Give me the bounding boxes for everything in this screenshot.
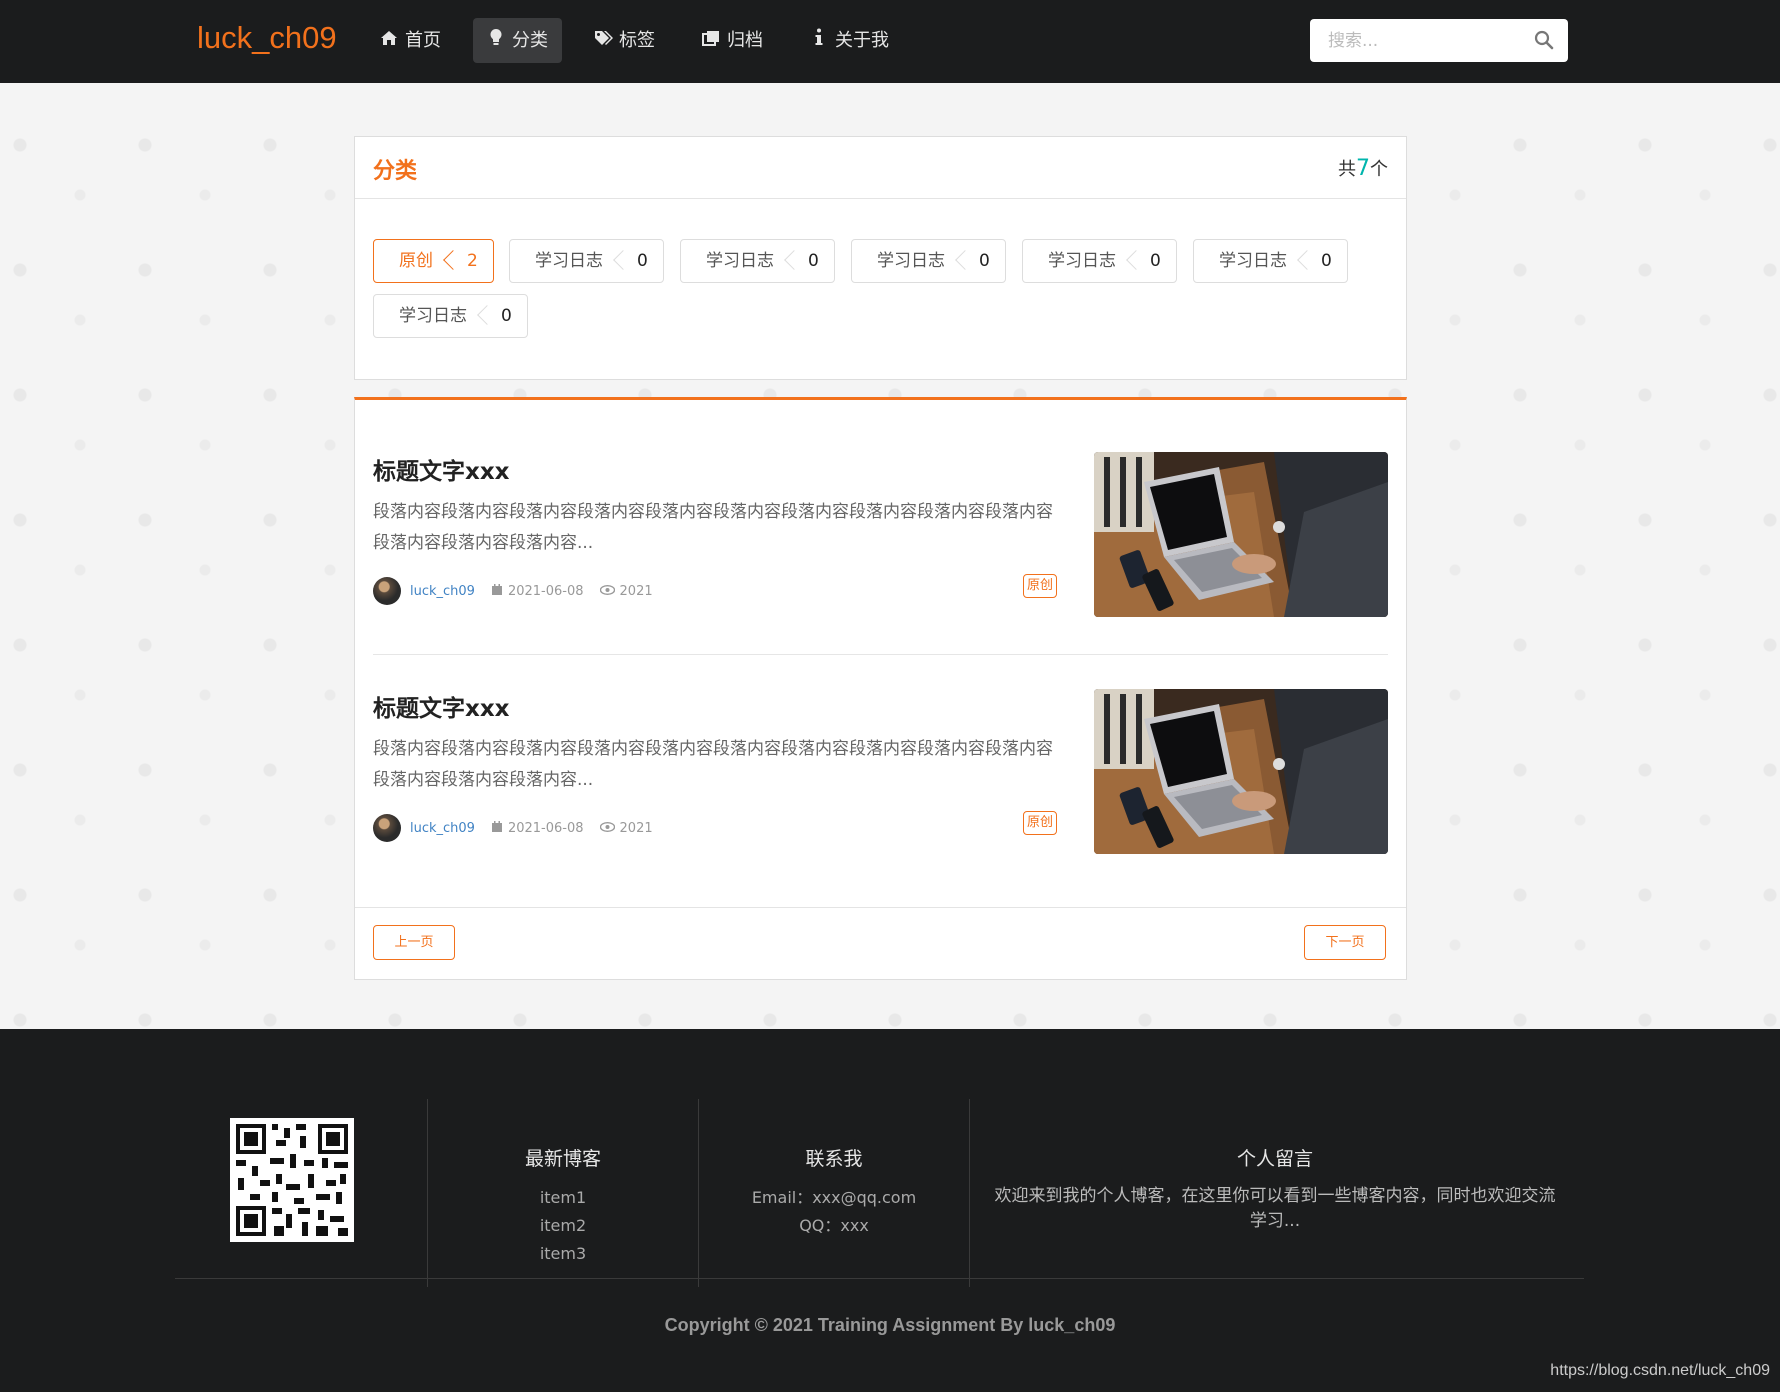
avatar bbox=[373, 577, 401, 605]
pagination: 上一页 下一页 bbox=[355, 907, 1406, 980]
post-divider bbox=[373, 654, 1388, 655]
post-category-tag[interactable]: 原创 bbox=[1023, 811, 1058, 835]
post-excerpt: 段落内容段落内容段落内容段落内容段落内容段落内容段落内容段落内容段落内容段落内容… bbox=[373, 502, 1053, 553]
category-tag-count: 0 bbox=[1136, 240, 1176, 282]
categories-card: 分类 共7个 原创 2 学习日志 0 学习日志 0 学习日志 0 学习日志 0 … bbox=[354, 136, 1407, 380]
post-list-card: 标题文字xxx 段落内容段落内容段落内容段落内容段落内容段落内容段落内容段落内容… bbox=[354, 397, 1407, 980]
category-tag-count: 0 bbox=[965, 240, 1005, 282]
nav-item-label: 关于我 bbox=[835, 30, 889, 51]
home-icon bbox=[380, 18, 398, 63]
nav-item-archive[interactable]: 归档 bbox=[688, 18, 777, 63]
footer-latest-title: 最新博客 bbox=[524, 1148, 601, 1170]
post-excerpt: 段落内容段落内容段落内容段落内容段落内容段落内容段落内容段落内容段落内容段落内容… bbox=[373, 739, 1053, 790]
top-navbar: luck_ch09 首页 分类 标签 归档 关于我 bbox=[0, 0, 1780, 83]
category-tag[interactable]: 学习日志 0 bbox=[509, 239, 664, 283]
footer-contact-email: Email：xxx@qq.com bbox=[751, 1188, 917, 1207]
category-tag-original[interactable]: 原创 2 bbox=[373, 239, 494, 283]
post-date: 2021-06-08 bbox=[491, 820, 584, 836]
nav-item-tags[interactable]: 标签 bbox=[580, 18, 669, 63]
category-tag-label: 学习日志 bbox=[1219, 251, 1287, 271]
categories-title: 分类 bbox=[373, 159, 418, 184]
post-author[interactable]: luck_ch09 bbox=[410, 584, 475, 599]
footer-message: 个人留言 欢迎来到我的个人博客，在这里你可以看到一些博客内容，同时也欢迎交流学习… bbox=[969, 1099, 1580, 1287]
brand-logo[interactable]: luck_ch09 bbox=[197, 20, 337, 56]
clone-icon bbox=[702, 18, 720, 63]
category-tag-count: 2 bbox=[453, 240, 493, 282]
calendar-icon bbox=[491, 583, 503, 599]
next-page-button[interactable]: 下一页 bbox=[1304, 925, 1386, 960]
categories-count: 共7个 bbox=[1338, 156, 1388, 181]
footer-message-text: 欢迎来到我的个人博客，在这里你可以看到一些博客内容，同时也欢迎交流学习... bbox=[994, 1186, 1556, 1231]
post-date: 2021-06-08 bbox=[491, 583, 584, 599]
post-thumbnail[interactable] bbox=[1094, 689, 1388, 854]
nav-item-label: 标签 bbox=[619, 30, 655, 51]
post-author[interactable]: luck_ch09 bbox=[410, 821, 475, 836]
nav-item-home[interactable]: 首页 bbox=[366, 18, 455, 63]
categories-count-number: 7 bbox=[1356, 156, 1370, 181]
category-tag-label: 学习日志 bbox=[706, 251, 774, 271]
search-input[interactable] bbox=[1310, 19, 1538, 62]
eye-icon bbox=[599, 821, 615, 835]
nav-item-about[interactable]: 关于我 bbox=[796, 18, 903, 63]
post-thumbnail[interactable] bbox=[1094, 452, 1388, 617]
nav-item-label: 分类 bbox=[512, 30, 548, 51]
post-meta: luck_ch09 2021-06-08 2021 bbox=[373, 577, 669, 605]
info-icon bbox=[810, 18, 828, 63]
category-tag[interactable]: 学习日志 0 bbox=[680, 239, 835, 283]
prev-page-button[interactable]: 上一页 bbox=[373, 925, 455, 960]
nav-item-label: 归档 bbox=[727, 30, 763, 51]
nav-item-label: 首页 bbox=[405, 30, 441, 51]
eye-icon bbox=[599, 584, 615, 598]
tags-icon bbox=[594, 18, 613, 63]
lightbulb-icon bbox=[487, 18, 505, 63]
search-icon[interactable] bbox=[1534, 30, 1554, 50]
search-box bbox=[1310, 19, 1568, 62]
category-tag-label: 原创 bbox=[399, 251, 433, 271]
post-views: 2021 bbox=[599, 821, 653, 836]
footer-contact-qq: QQ：xxx bbox=[799, 1216, 869, 1235]
nav-item-categories[interactable]: 分类 bbox=[473, 18, 562, 63]
footer-divider bbox=[175, 1278, 1584, 1279]
category-tag-count: 0 bbox=[794, 240, 834, 282]
post-meta: luck_ch09 2021-06-08 2021 bbox=[373, 814, 669, 842]
category-tag[interactable]: 学习日志 0 bbox=[1193, 239, 1348, 283]
category-tag[interactable]: 学习日志 0 bbox=[373, 294, 528, 338]
categories-header: 分类 共7个 bbox=[355, 137, 1406, 199]
category-tag-label: 学习日志 bbox=[399, 306, 467, 326]
category-tag-label: 学习日志 bbox=[877, 251, 945, 271]
category-tag[interactable]: 学习日志 0 bbox=[1022, 239, 1177, 283]
footer-contact: 联系我 Email：xxx@qq.com QQ：xxx bbox=[698, 1099, 969, 1287]
category-tag[interactable]: 学习日志 0 bbox=[851, 239, 1006, 283]
post-item: 标题文字xxx 段落内容段落内容段落内容段落内容段落内容段落内容段落内容段落内容… bbox=[373, 452, 1388, 617]
footer: 最新博客 item1 item2 item3 联系我 Email：xxx@qq.… bbox=[0, 1029, 1780, 1392]
footer-latest-item[interactable]: item3 bbox=[428, 1240, 698, 1268]
category-tag-label: 学习日志 bbox=[1048, 251, 1116, 271]
footer-latest-item[interactable]: item1 bbox=[428, 1184, 698, 1212]
post-title[interactable]: 标题文字xxx bbox=[373, 452, 510, 486]
post-category-tag[interactable]: 原创 bbox=[1023, 574, 1058, 598]
post-views: 2021 bbox=[599, 584, 653, 599]
avatar bbox=[373, 814, 401, 842]
footer-contact-title: 联系我 bbox=[805, 1148, 863, 1170]
footer-message-title: 个人留言 bbox=[1236, 1148, 1313, 1170]
category-tag-label: 学习日志 bbox=[535, 251, 603, 271]
post-item: 标题文字xxx 段落内容段落内容段落内容段落内容段落内容段落内容段落内容段落内容… bbox=[373, 689, 1388, 854]
footer-latest-item[interactable]: item2 bbox=[428, 1212, 698, 1240]
footer-latest-blogs: 最新博客 item1 item2 item3 bbox=[427, 1099, 698, 1287]
watermark-url: https://blog.csdn.net/luck_ch09 bbox=[1550, 1362, 1770, 1379]
qr-code bbox=[230, 1118, 354, 1242]
calendar-icon bbox=[491, 820, 503, 836]
copyright-text: Copyright © 2021 Training Assignment By … bbox=[664, 1315, 1116, 1335]
post-title[interactable]: 标题文字xxx bbox=[373, 689, 510, 723]
category-tag-count: 0 bbox=[1307, 240, 1347, 282]
category-tag-count: 0 bbox=[487, 295, 527, 337]
category-tag-count: 0 bbox=[623, 240, 663, 282]
